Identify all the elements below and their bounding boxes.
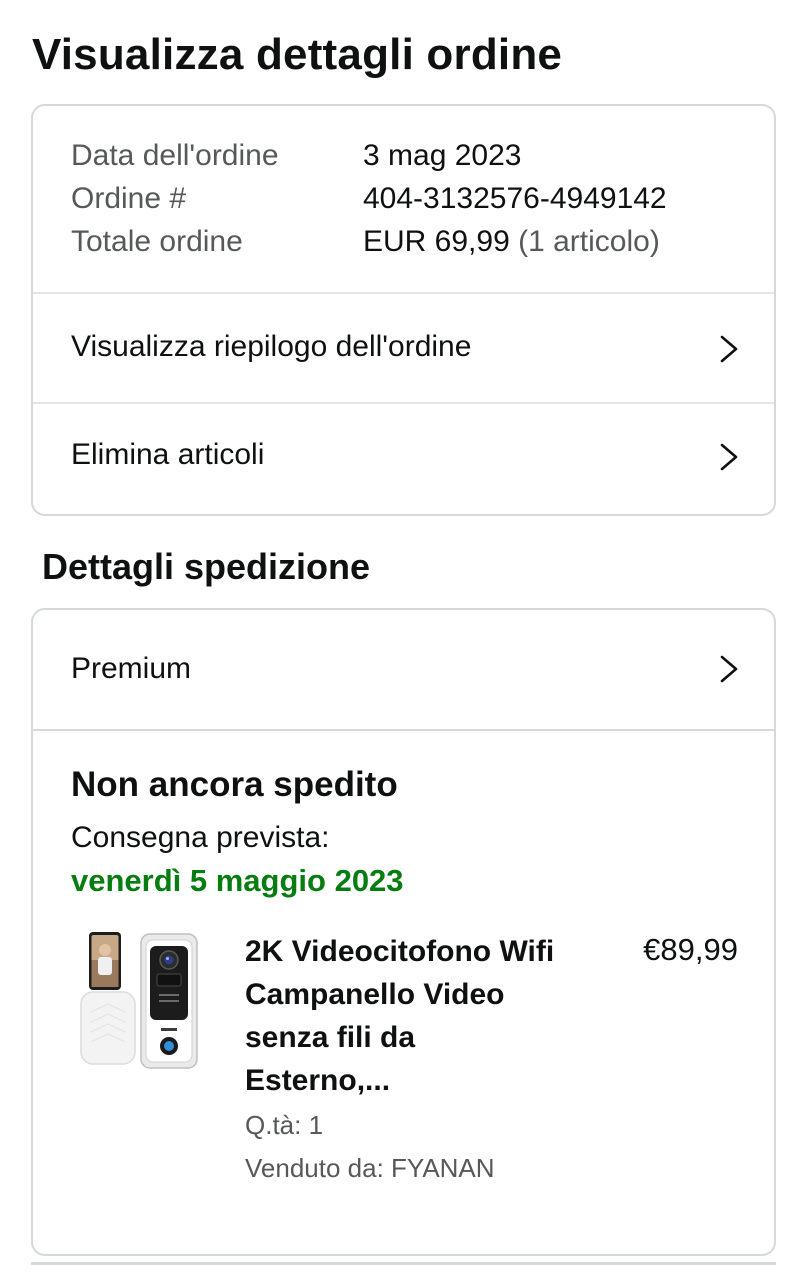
chevron-right-icon	[720, 655, 738, 683]
remove-items-link[interactable]: Elimina articoli	[33, 404, 774, 514]
product-seller: Venduto da: FYANAN	[245, 1153, 495, 1183]
shipping-speed-label: Premium	[71, 652, 192, 685]
video-doorbell-product-image[interactable]	[79, 930, 201, 1072]
shipping-section-title: Dettagli spedizione	[42, 546, 371, 587]
view-order-summary-label: Visualizza riepilogo dell'ordine	[71, 330, 472, 363]
shipment-card: Premium Non ancora spedito Consegna prev…	[31, 608, 776, 1256]
chevron-right-icon	[720, 443, 738, 471]
chevron-right-icon	[720, 335, 738, 363]
order-number-label: Ordine #	[71, 182, 187, 215]
delivery-estimate-label: Consegna prevista:	[71, 821, 330, 854]
order-info: Data dell'ordine 3 mag 2023 Ordine # 404…	[33, 106, 774, 294]
product-title-link[interactable]: 2K Videocitofono Wifi Campanello Video s…	[245, 930, 565, 1102]
product-price: €89,99	[643, 932, 738, 967]
order-total-label: Totale ordine	[71, 225, 243, 258]
delivery-estimate-date: venerdì 5 maggio 2023	[71, 863, 404, 898]
order-item-count: (1 articolo)	[518, 225, 660, 258]
shipping-speed-link[interactable]: Premium	[33, 610, 774, 731]
order-total-value-wrap: EUR 69,99 (1 articolo)	[363, 224, 660, 260]
order-total-value: EUR 69,99	[363, 225, 510, 258]
order-details-page: Visualizza dettagli ordine Data dell'ord…	[0, 0, 808, 1280]
shipment-status: Non ancora spedito	[71, 765, 398, 804]
product-quantity: Q.tà: 1	[245, 1110, 324, 1140]
order-summary-card: Data dell'ordine 3 mag 2023 Ordine # 404…	[31, 104, 776, 516]
order-number-value: 404-3132576-4949142	[363, 182, 667, 215]
page-title: Visualizza dettagli ordine	[32, 30, 563, 79]
order-date-value: 3 mag 2023	[363, 139, 522, 172]
remove-items-label: Elimina articoli	[71, 438, 265, 471]
order-date-label: Data dell'ordine	[71, 139, 279, 172]
next-card-edge	[31, 1262, 776, 1265]
view-order-summary-link[interactable]: Visualizza riepilogo dell'ordine	[33, 294, 774, 404]
